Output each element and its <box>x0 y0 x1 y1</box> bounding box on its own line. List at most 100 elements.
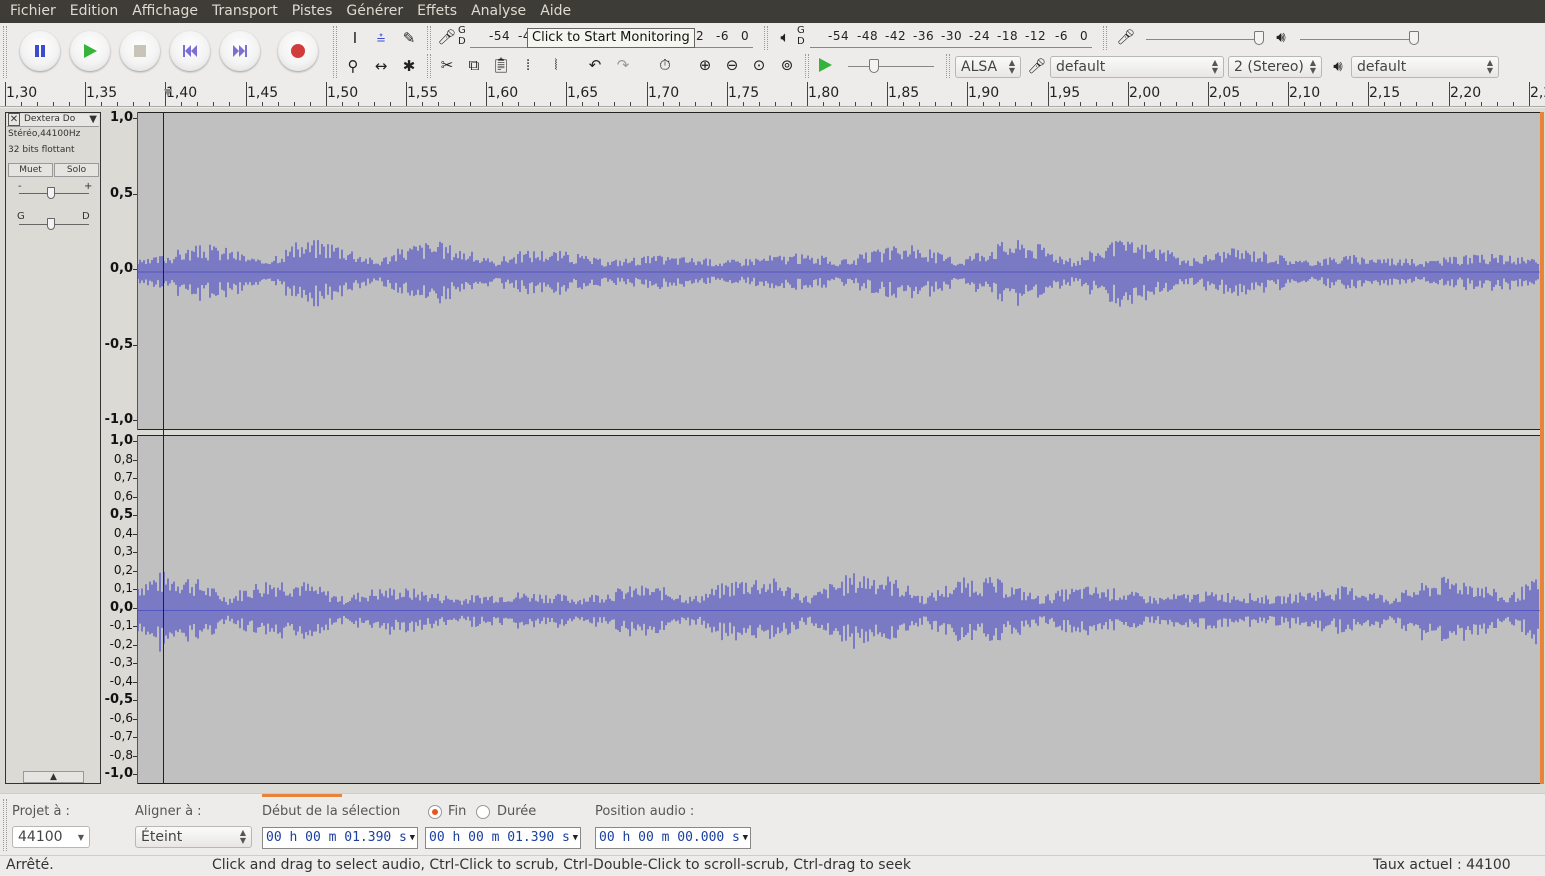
output-device-select[interactable]: default ▲ ▼ <box>1351 56 1499 78</box>
left-channel-waveform[interactable] <box>138 112 1540 430</box>
left-channel-scale[interactable]: 1,0 0,5 0,0 -0,5 -1,0 <box>101 110 138 430</box>
pan-right-label: D <box>82 211 90 222</box>
toolbar-grip[interactable] <box>333 26 337 78</box>
microphone-icon[interactable]: 🎤︎ <box>436 26 458 48</box>
playback-meter-track[interactable] <box>810 47 1092 48</box>
play-at-speed-icon[interactable] <box>814 54 836 76</box>
stop-button[interactable] <box>120 31 160 71</box>
sync-lock-icon[interactable]: ⏱︎ <box>654 54 676 76</box>
audio-position-label: Position audio : <box>595 804 695 819</box>
draw-tool-icon[interactable]: ✎ <box>398 27 420 49</box>
play-speed-thumb[interactable] <box>869 59 879 73</box>
zoom-in-icon[interactable]: ⊕ <box>694 54 716 76</box>
undo-icon[interactable]: ↶ <box>584 54 606 76</box>
zoom-out-icon[interactable]: ⊖ <box>721 54 743 76</box>
ruler-label: 1,50 <box>327 85 359 101</box>
toolbar-grip[interactable] <box>764 26 768 50</box>
menu-bar: Fichier Edition Affichage Transport Pistes Gé… <box>0 0 1545 23</box>
amplitude-label: 0,8 <box>113 451 133 466</box>
selection-end-field[interactable]: 00 h 00 m 01.390 s ▼ <box>425 827 581 849</box>
right-channel-waveform[interactable] <box>138 435 1540 784</box>
timeline-ruler[interactable]: 1,30 1,35 1,40 1,45 1,50 1,55 1,60 1,65 1,70 1,75… <box>0 81 1545 107</box>
output-volume-slider[interactable] <box>1300 39 1418 40</box>
dropdown-icon[interactable]: ▼ <box>743 828 748 848</box>
paste-icon[interactable]: 📋︎ <box>490 54 512 76</box>
skip-to-start-button[interactable] <box>170 31 210 71</box>
amplitude-label: 0,6 <box>113 488 133 503</box>
menu-item[interactable]: Effets <box>410 0 464 23</box>
menu-item[interactable]: Aide <box>533 0 578 23</box>
input-device-select[interactable]: default ▲ ▼ <box>1050 56 1224 78</box>
collapse-track-button[interactable]: ▲ <box>23 771 84 783</box>
menu-item[interactable]: Générer <box>339 0 410 23</box>
amplitude-tick <box>133 570 137 572</box>
toolbar-grip[interactable] <box>805 54 809 78</box>
track-title-bar[interactable]: ✕ Dextera Do ▼ <box>7 113 99 127</box>
end-radio[interactable] <box>428 805 442 819</box>
pause-button[interactable] <box>20 31 60 71</box>
play-speed-slider[interactable] <box>848 66 934 67</box>
input-volume-thumb[interactable] <box>1254 31 1264 45</box>
multi-tool-icon[interactable]: ✱ <box>398 55 420 77</box>
gain-plus-label: + <box>84 181 93 192</box>
selection-start-field[interactable]: 00 h 00 m 01.390 s ▼ <box>262 827 418 849</box>
speaker-icon[interactable]: 🔈︎ <box>774 26 796 48</box>
dropdown-icon[interactable]: ▼ <box>573 828 578 848</box>
redo-icon[interactable]: ↷ <box>612 54 634 76</box>
audio-host-select[interactable]: ALSA ▲ ▼ <box>955 56 1021 78</box>
toolbar-grip[interactable] <box>427 26 431 50</box>
dropdown-icon[interactable]: ▼ <box>410 828 415 848</box>
ruler-minor-tick <box>582 102 583 106</box>
output-volume-thumb[interactable] <box>1409 31 1419 45</box>
channels-select[interactable]: 2 (Stereo) ▲ ▼ <box>1228 56 1322 78</box>
menu-item[interactable]: Fichier <box>3 0 63 23</box>
close-track-icon[interactable]: ✕ <box>8 113 20 126</box>
menu-item[interactable]: Transport <box>205 0 285 23</box>
menu-item[interactable]: Affichage <box>125 0 205 23</box>
solo-button[interactable]: Solo <box>54 163 99 177</box>
audio-position-field[interactable]: 00 h 00 m 00.000 s ▼ <box>595 827 751 849</box>
fit-project-icon[interactable]: ⊚ <box>776 54 798 76</box>
cut-icon[interactable]: ✂ <box>436 54 458 76</box>
amplitude-tick <box>133 663 137 664</box>
selection-tool-icon[interactable]: I <box>344 27 366 49</box>
toolbar-grip[interactable] <box>3 799 7 851</box>
record-button[interactable] <box>278 31 318 71</box>
ruler-minor-tick <box>1272 102 1273 106</box>
pan-slider-thumb[interactable] <box>47 218 55 230</box>
active-field-indicator <box>262 794 342 797</box>
ruler-label: 1,70 <box>648 85 680 101</box>
toolbar-grip[interactable] <box>946 54 950 78</box>
input-volume-slider[interactable] <box>1146 39 1264 40</box>
snap-to-select[interactable]: Éteint ▲ ▼ <box>135 826 252 848</box>
length-radio[interactable] <box>476 805 490 819</box>
skip-to-end-button[interactable] <box>220 31 260 71</box>
track-control-panel[interactable]: ✕ Dextera Do ▼ Stéréo,44100Hz 32 bits fl… <box>5 112 101 784</box>
track-area[interactable]: ✕ Dextera Do ▼ Stéréo,44100Hz 32 bits fl… <box>0 108 1545 793</box>
mute-button[interactable]: Muet <box>8 163 53 177</box>
amplitude-tick <box>133 589 137 590</box>
copy-icon[interactable]: ⧉ <box>463 54 485 76</box>
right-channel-scale[interactable]: 1,0 0,8 0,7 0,6 0,5 0,4 0,3 0,2 0,1 0,0 -0,1 -0,2 -0… <box>101 433 138 784</box>
menu-item[interactable]: Edition <box>63 0 125 23</box>
play-button[interactable] <box>70 31 110 71</box>
menu-item[interactable]: Analyse <box>464 0 533 23</box>
toolbar-grip[interactable] <box>1103 26 1107 50</box>
playback-meter-tick: 0 <box>1080 29 1089 43</box>
time-shift-tool-icon[interactable]: ↔ <box>370 55 392 77</box>
ruler-minor-tick <box>69 102 70 106</box>
zoom-tool-icon[interactable]: ⚲ <box>342 55 364 77</box>
gain-slider-thumb[interactable] <box>47 187 55 199</box>
trim-icon[interactable]: ⦙ <box>517 54 539 76</box>
envelope-tool-icon[interactable]: ⩮ <box>370 27 392 49</box>
track-menu-dropdown-icon[interactable]: ▼ <box>89 114 97 125</box>
track-name[interactable]: Dextera Do <box>24 114 75 124</box>
amplitude-tick <box>133 755 137 757</box>
toolbar-grip[interactable] <box>427 54 431 78</box>
toolbar-grip[interactable] <box>3 26 7 78</box>
silence-icon[interactable]: ⦚ <box>545 54 567 76</box>
fit-selection-icon[interactable]: ⊙ <box>748 54 770 76</box>
project-rate-combo[interactable]: 44100 ▼ <box>12 826 90 848</box>
menu-item[interactable]: Pistes <box>285 0 340 23</box>
ruler-minor-tick <box>518 102 519 106</box>
